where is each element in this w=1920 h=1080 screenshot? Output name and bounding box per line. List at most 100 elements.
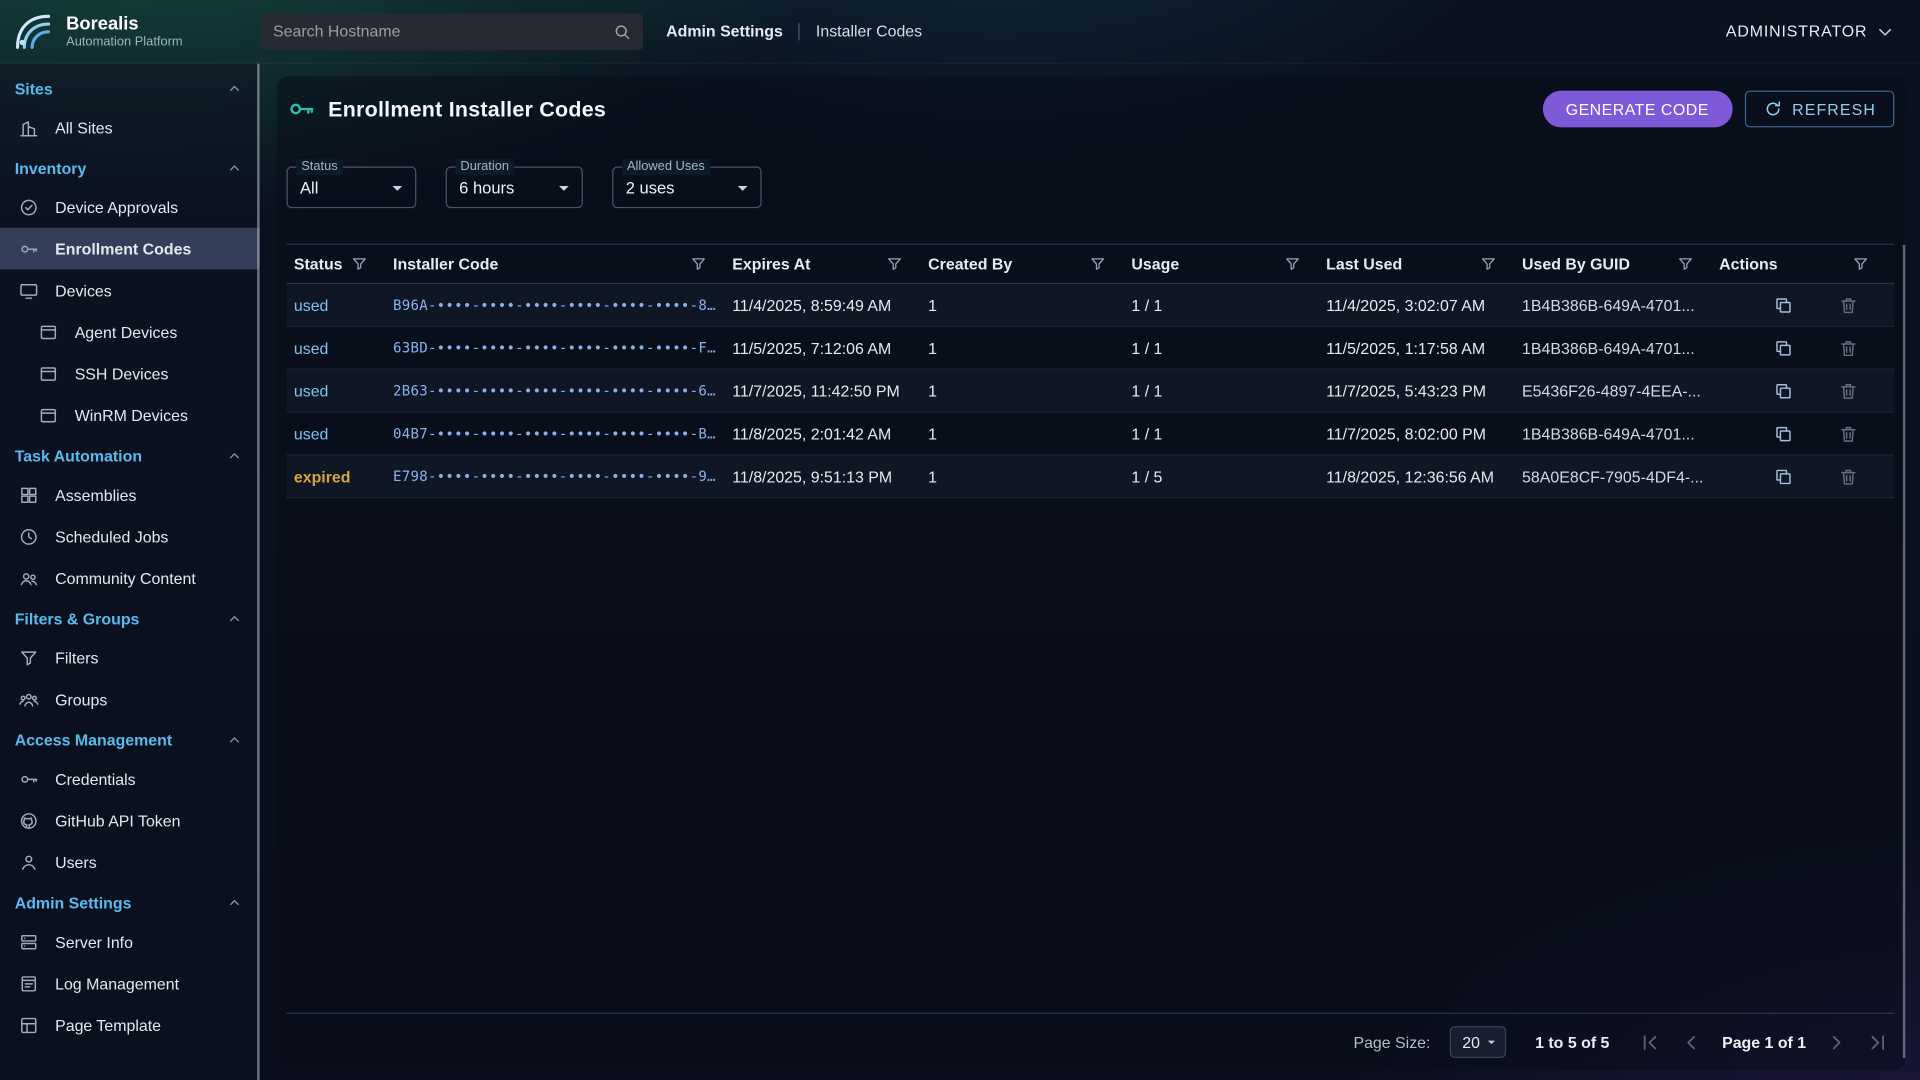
- column-header-last-used: Last Used: [1326, 255, 1522, 273]
- brand: Borealis Automation Platform: [0, 8, 260, 55]
- trash-icon[interactable]: [1838, 423, 1859, 444]
- sidebar-section-header-access-management[interactable]: Access Management: [0, 720, 260, 758]
- refresh-button[interactable]: REFRESH: [1744, 91, 1894, 128]
- sidebar-item-credentials[interactable]: Credentials: [0, 758, 260, 800]
- page-header: Enrollment Installer Codes GENERATE CODE…: [287, 88, 1895, 130]
- filter-icon[interactable]: [1089, 255, 1107, 273]
- approvals-icon: [18, 197, 39, 218]
- sidebar-section-sites: SitesAll Sites: [0, 69, 260, 149]
- filter-value: All: [300, 178, 386, 196]
- cell-installer-code[interactable]: 04B7-••••-••••-••••-••••-••••-••••-B08D: [393, 425, 732, 442]
- cell-installer-code[interactable]: 63BD-••••-••••-••••-••••-••••-••••-F4E1: [393, 339, 732, 356]
- cell-installer-code[interactable]: B96A-••••-••••-••••-••••-••••-••••-80FD: [393, 296, 732, 313]
- filter-icon[interactable]: [350, 255, 368, 273]
- sidebar-item-users[interactable]: Users: [0, 841, 260, 883]
- copy-icon[interactable]: [1773, 294, 1794, 315]
- sidebar-item-log-management[interactable]: Log Management: [0, 962, 260, 1004]
- cell-usage: 1 / 1: [1131, 424, 1326, 442]
- sidebar-item-winrm-devices[interactable]: WinRM Devices: [0, 394, 260, 436]
- filter-icon[interactable]: [1851, 255, 1869, 273]
- sidebar-item-agent-devices[interactable]: Agent Devices: [0, 311, 260, 353]
- sidebar-section-header-sites[interactable]: Sites: [0, 69, 260, 107]
- grid-icon: [18, 484, 39, 505]
- table-row: usedB96A-••••-••••-••••-••••-••••-••••-8…: [287, 284, 1895, 327]
- sidebar-item-ssh-devices[interactable]: SSH Devices: [0, 353, 260, 395]
- pager: Page 1 of 1: [1639, 1030, 1890, 1053]
- next-page-icon[interactable]: [1824, 1030, 1847, 1053]
- sidebar-item-devices[interactable]: Devices: [0, 269, 260, 311]
- copy-icon[interactable]: [1773, 466, 1794, 487]
- sidebar-item-all-sites[interactable]: All Sites: [0, 107, 260, 149]
- filter-icon[interactable]: [885, 255, 903, 273]
- key-icon: [287, 94, 316, 123]
- chevron-up-icon: [225, 610, 243, 628]
- sidebar-nav: SitesAll SitesInventoryDevice ApprovalsE…: [0, 69, 260, 1046]
- page-title: Enrollment Installer Codes: [328, 96, 606, 122]
- cell-last-used: 11/7/2025, 5:43:23 PM: [1326, 381, 1522, 399]
- column-header-expires-at: Expires At: [732, 255, 928, 273]
- last-page-icon[interactable]: [1866, 1030, 1889, 1053]
- page-size-select[interactable]: 20: [1450, 1026, 1506, 1058]
- filter-icon[interactable]: [1676, 255, 1694, 273]
- cell-used-by-guid: E5436F26-4897-4EEA-...: [1522, 381, 1719, 399]
- sidebar-item-server-info[interactable]: Server Info: [0, 921, 260, 963]
- trash-icon[interactable]: [1838, 294, 1859, 315]
- search-box: [261, 13, 643, 50]
- cell-expires-at: 11/8/2025, 9:51:13 PM: [732, 467, 928, 485]
- generate-code-button[interactable]: GENERATE CODE: [1542, 91, 1732, 128]
- column-label: Usage: [1131, 255, 1179, 273]
- cell-created-by: 1: [928, 296, 1131, 314]
- cell-installer-code[interactable]: 2B63-••••-••••-••••-••••-••••-••••-6BA4: [393, 382, 732, 399]
- sidebar-item-label: GitHub API Token: [55, 811, 180, 829]
- filter-select-allowed-uses[interactable]: Allowed Uses2 uses: [612, 167, 761, 209]
- sidebar-item-scheduled-jobs[interactable]: Scheduled Jobs: [0, 516, 260, 558]
- sidebar-item-filters[interactable]: Filters: [0, 637, 260, 679]
- cell-expires-at: 11/5/2025, 7:12:06 AM: [732, 339, 928, 357]
- sidebar-section-header-task-automation[interactable]: Task Automation: [0, 436, 260, 474]
- cell-expires-at: 11/8/2025, 2:01:42 AM: [732, 424, 928, 442]
- breadcrumb-installer-codes[interactable]: Installer Codes: [816, 22, 922, 40]
- cell-installer-code[interactable]: E798-••••-••••-••••-••••-••••-••••-964B: [393, 468, 732, 485]
- sidebar-item-enrollment-codes[interactable]: Enrollment Codes: [0, 228, 260, 270]
- cell-actions: [1719, 294, 1894, 315]
- sidebar-section-header-admin-settings[interactable]: Admin Settings: [0, 883, 260, 921]
- filter-icon[interactable]: [1283, 255, 1301, 273]
- sidebar-item-device-approvals[interactable]: Device Approvals: [0, 186, 260, 228]
- cell-actions: [1719, 380, 1894, 401]
- copy-icon[interactable]: [1773, 337, 1794, 358]
- first-page-icon[interactable]: [1639, 1030, 1662, 1053]
- cell-used-by-guid: 1B4B386B-649A-4701...: [1522, 339, 1719, 357]
- search-input[interactable]: [261, 22, 612, 40]
- filter-select-status[interactable]: StatusAll: [287, 167, 417, 209]
- copy-icon[interactable]: [1773, 423, 1794, 444]
- table-scrollbar[interactable]: [1903, 245, 1905, 1058]
- sidebar-item-groups[interactable]: Groups: [0, 678, 260, 720]
- trash-icon[interactable]: [1838, 466, 1859, 487]
- filter-label: Duration: [456, 159, 514, 174]
- cell-actions: [1719, 466, 1894, 487]
- trash-icon[interactable]: [1838, 337, 1859, 358]
- sidebar-item-label: SSH Devices: [75, 364, 169, 382]
- sidebar-item-github-api-token[interactable]: GitHub API Token: [0, 800, 260, 842]
- sidebar-item-assemblies[interactable]: Assemblies: [0, 474, 260, 516]
- filter-icon[interactable]: [689, 255, 707, 273]
- trash-icon[interactable]: [1838, 380, 1859, 401]
- sidebar-section-header-inventory[interactable]: Inventory: [0, 148, 260, 186]
- breadcrumb-admin-settings[interactable]: Admin Settings: [666, 22, 783, 40]
- filter-icon[interactable]: [1479, 255, 1497, 273]
- sidebar-item-page-template[interactable]: Page Template: [0, 1004, 260, 1046]
- search-icon[interactable]: [612, 21, 632, 41]
- cell-last-used: 11/4/2025, 3:02:07 AM: [1326, 296, 1522, 314]
- user-menu[interactable]: ADMINISTRATOR: [1726, 20, 1896, 42]
- chevron-up-icon: [225, 159, 243, 177]
- sidebar-section-label: Filters & Groups: [15, 610, 140, 628]
- sidebar-section-inventory: InventoryDevice ApprovalsEnrollment Code…: [0, 148, 260, 436]
- previous-page-icon[interactable]: [1680, 1030, 1703, 1053]
- main-columns: SitesAll SitesInventoryDevice ApprovalsE…: [0, 64, 1920, 1080]
- sidebar-section-header-filters-groups[interactable]: Filters & Groups: [0, 599, 260, 637]
- filter-select-duration[interactable]: Duration6 hours: [446, 167, 583, 209]
- sidebar-item-community-content[interactable]: Community Content: [0, 557, 260, 599]
- sidebar-scrollbar[interactable]: [257, 64, 259, 1080]
- sidebar-section-task-automation: Task AutomationAssembliesScheduled JobsC…: [0, 436, 260, 599]
- copy-icon[interactable]: [1773, 380, 1794, 401]
